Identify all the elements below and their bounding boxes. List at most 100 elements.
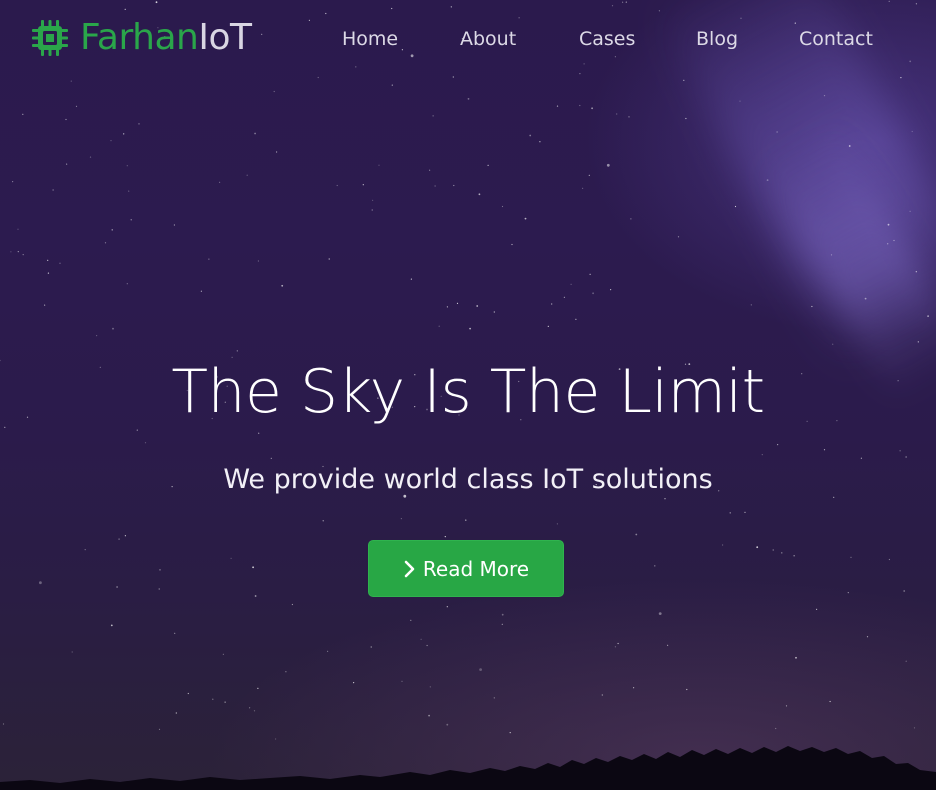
star — [22, 113, 24, 115]
star — [903, 590, 906, 592]
star — [71, 651, 73, 653]
star — [65, 118, 67, 121]
star — [610, 289, 612, 291]
star — [589, 273, 591, 275]
star — [362, 184, 364, 186]
star — [729, 512, 731, 514]
star — [927, 315, 929, 317]
star — [487, 164, 489, 166]
star — [246, 174, 248, 176]
read-more-label: Read More — [422, 556, 530, 581]
star — [212, 698, 214, 700]
star — [917, 341, 919, 343]
star — [777, 444, 779, 446]
star — [469, 327, 471, 330]
star — [118, 538, 120, 540]
star — [501, 205, 504, 208]
star — [887, 223, 890, 226]
star — [434, 185, 436, 187]
star — [410, 278, 412, 280]
star — [685, 117, 687, 120]
star — [291, 603, 293, 606]
star — [446, 723, 449, 726]
star — [635, 533, 638, 536]
star — [110, 624, 113, 627]
star — [739, 100, 741, 102]
star — [175, 712, 177, 714]
star — [511, 243, 513, 246]
star — [378, 164, 380, 166]
star — [467, 98, 470, 100]
star — [785, 705, 788, 707]
star — [429, 686, 431, 688]
brand-logo-link[interactable]: FarhanIoT — [29, 16, 252, 60]
star — [563, 296, 566, 298]
star — [10, 251, 12, 253]
star — [614, 646, 617, 648]
nav-link-contact[interactable]: Contact — [799, 26, 873, 52]
star — [44, 304, 46, 306]
star — [126, 283, 128, 285]
star — [104, 242, 107, 244]
star — [273, 90, 275, 93]
star — [654, 565, 656, 567]
read-more-button[interactable]: Read More — [368, 540, 564, 597]
star — [582, 187, 584, 189]
star — [39, 581, 42, 585]
star — [174, 632, 176, 634]
nav-link-blog[interactable]: Blog — [696, 26, 738, 52]
star — [453, 184, 455, 187]
star — [860, 457, 863, 459]
star — [208, 258, 210, 260]
star — [887, 243, 889, 245]
star — [633, 687, 635, 689]
star — [501, 623, 503, 625]
treeline-silhouette — [0, 746, 936, 790]
star — [524, 217, 527, 220]
star — [270, 457, 272, 459]
star — [126, 165, 128, 167]
star — [17, 228, 19, 230]
star — [864, 297, 867, 300]
star — [658, 612, 662, 615]
star — [47, 259, 49, 261]
star — [905, 660, 907, 662]
star — [866, 636, 869, 638]
nav-link-home[interactable]: Home — [342, 26, 398, 52]
star — [456, 302, 459, 304]
star — [772, 549, 774, 551]
star — [159, 569, 161, 571]
star — [823, 95, 826, 97]
star — [667, 644, 669, 646]
star — [915, 271, 917, 273]
star — [909, 210, 911, 212]
star — [96, 335, 98, 337]
star — [479, 668, 482, 671]
star — [816, 608, 818, 611]
star — [400, 518, 402, 520]
star — [446, 306, 448, 308]
star — [579, 104, 581, 107]
star — [47, 272, 50, 274]
star — [766, 179, 769, 182]
star — [253, 710, 256, 712]
star — [677, 236, 680, 238]
star — [551, 303, 553, 305]
star — [258, 432, 260, 434]
star — [465, 519, 467, 521]
star — [336, 184, 338, 187]
nav-link-cases[interactable]: Cases — [579, 26, 635, 52]
star — [17, 251, 19, 253]
star — [322, 520, 324, 522]
star — [850, 556, 852, 559]
star — [70, 80, 72, 82]
chip-icon — [32, 20, 68, 56]
star — [222, 653, 224, 655]
nav-link-about[interactable]: About — [460, 26, 516, 52]
star — [811, 305, 813, 308]
star — [391, 84, 393, 86]
star — [428, 714, 430, 717]
star — [775, 727, 777, 730]
star — [257, 260, 259, 262]
star — [275, 738, 277, 740]
